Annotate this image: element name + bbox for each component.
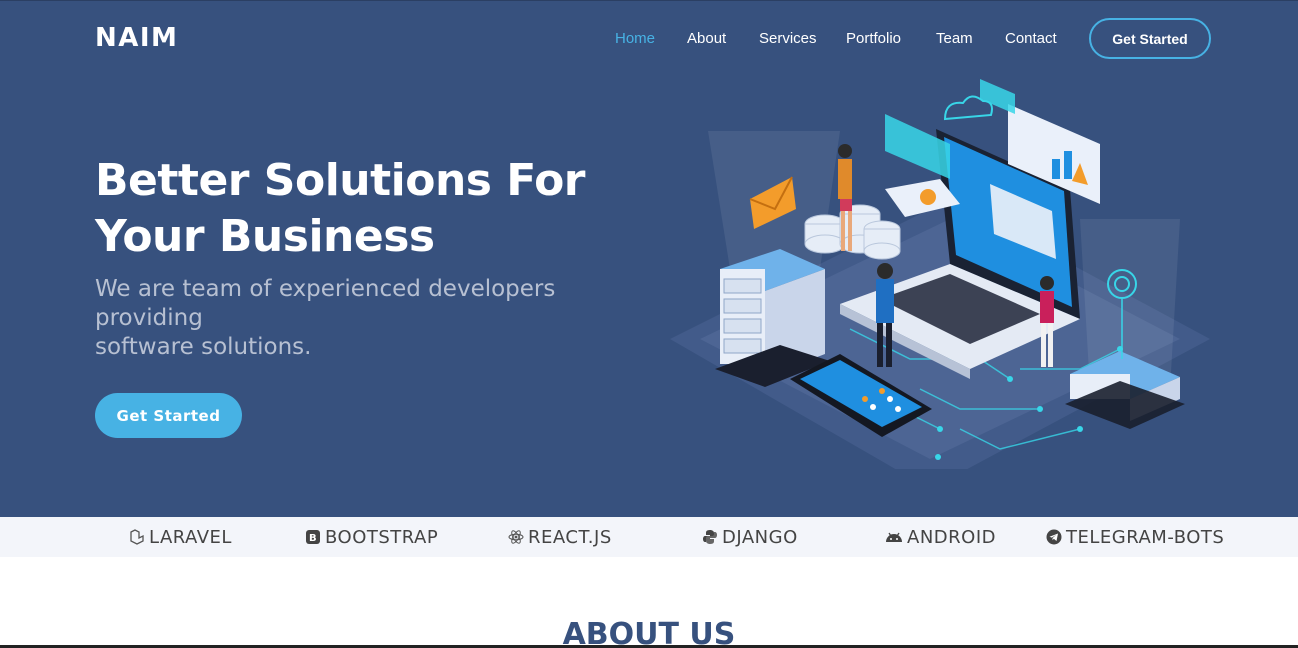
hero-title-line1: Better Solutions For	[95, 155, 586, 206]
nav-contact[interactable]: Contact	[1005, 30, 1057, 47]
tech-laravel: LARAVEL	[129, 526, 232, 548]
hero-title: Better Solutions For Your Business	[95, 153, 615, 265]
tech-android-label: ANDROID	[907, 526, 996, 548]
tech-laravel-label: LARAVEL	[149, 526, 232, 548]
android-icon	[886, 532, 902, 542]
nav-portfolio[interactable]: Portfolio	[846, 30, 901, 47]
nav-team[interactable]: Team	[936, 30, 973, 47]
hero-title-line2: Your Business	[95, 211, 435, 262]
laptop-servers-illustration	[670, 79, 1210, 469]
hero-subtitle-line2: software solutions.	[95, 334, 312, 360]
tech-django: DJANGO	[702, 526, 798, 548]
tech-django-label: DJANGO	[722, 526, 798, 548]
hero-subtitle-line1: We are team of experienced developers pr…	[95, 276, 556, 331]
tech-react-label: REACT.JS	[528, 526, 612, 548]
nav-about[interactable]: About	[687, 30, 726, 47]
telegram-icon	[1046, 529, 1062, 545]
technology-bar: LARAVEL B BOOTSTRAP REACT.JS DJANGO ANDR…	[0, 517, 1298, 557]
tech-telegram: TELEGRAM-BOTS	[1046, 526, 1225, 548]
about-section-title: ABOUT US	[562, 617, 736, 648]
hero-section: NAIM Home About Services Portfolio Team …	[0, 0, 1298, 517]
tech-react: REACT.JS	[508, 526, 612, 548]
laravel-icon	[130, 529, 144, 545]
nav-home[interactable]: Home	[615, 30, 655, 47]
nav-get-started-button[interactable]: Get Started	[1089, 18, 1211, 59]
hero-subtitle: We are team of experienced developers pr…	[95, 275, 655, 362]
tech-telegram-label: TELEGRAM-BOTS	[1066, 526, 1225, 548]
tech-android: ANDROID	[885, 526, 996, 548]
tech-bootstrap-label: BOOTSTRAP	[325, 526, 439, 548]
svg-text:B: B	[309, 533, 317, 544]
nav-services[interactable]: Services	[759, 30, 817, 47]
python-icon	[703, 530, 717, 544]
react-icon	[508, 530, 524, 544]
tech-bootstrap: B BOOTSTRAP	[305, 526, 439, 548]
bootstrap-icon: B	[306, 530, 320, 544]
hero-get-started-button[interactable]: Get Started	[95, 393, 242, 438]
